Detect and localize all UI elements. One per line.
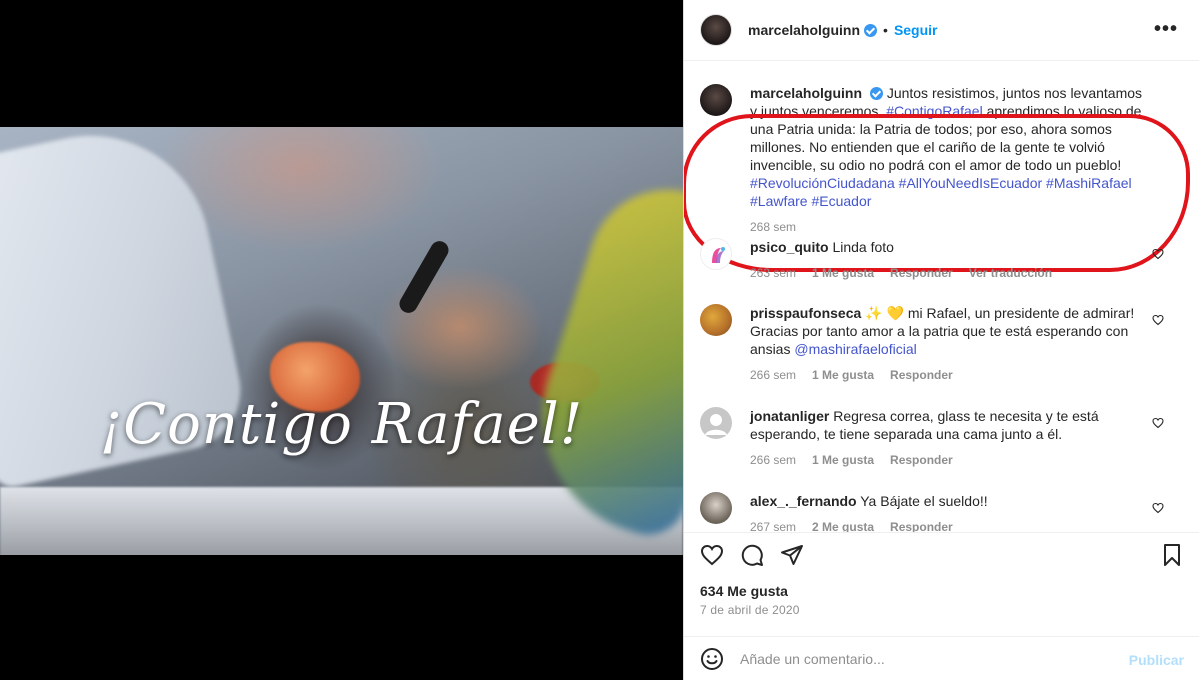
comment-username[interactable]: psico_quito (750, 239, 829, 255)
instagram-post-window: ¡Contigo Rafael! marcelaholguinn • Segui… (0, 0, 1199, 680)
like-comment-heart-icon[interactable] (1152, 417, 1164, 429)
comment-composer: Publicar (684, 636, 1199, 680)
reply-button[interactable]: Responder (890, 451, 953, 469)
comment-body: alex_._fernando Ya Bájate el sueldo!! 26… (750, 492, 1146, 532)
photo-overlay-text: ¡Contigo Rafael! (99, 392, 584, 457)
post-photo[interactable]: ¡Contigo Rafael! (0, 127, 683, 555)
comment-time[interactable]: 263 sem (750, 264, 796, 282)
hashtag-link[interactable]: #Lawfare (750, 193, 808, 209)
microphone (396, 237, 452, 317)
hashtag-link[interactable]: #RevoluciónCiudadana (750, 175, 895, 191)
comment-username[interactable]: jonatanliger (750, 408, 829, 424)
hashtag-link[interactable]: #Ecuador (811, 193, 871, 209)
post-media[interactable]: ¡Contigo Rafael! (0, 0, 683, 680)
comment-meta: 263 sem 1 Me gusta Responder Ver traducc… (750, 264, 1146, 282)
like-comment-heart-icon[interactable] (1152, 502, 1164, 514)
avatar[interactable] (700, 14, 732, 46)
comment-bubble-icon[interactable] (740, 543, 764, 567)
like-comment-heart-icon[interactable] (1152, 314, 1164, 326)
comment-text: Linda foto (832, 239, 894, 255)
default-user-icon (705, 414, 727, 435)
share-send-icon[interactable] (780, 543, 804, 567)
save-bookmark-icon[interactable] (1160, 543, 1184, 567)
comment-input[interactable] (740, 650, 1100, 667)
comment-avatar[interactable] (700, 492, 732, 524)
verified-badge-icon (869, 87, 883, 100)
follow-button[interactable]: Seguir (894, 22, 938, 38)
post-header: marcelaholguinn • Seguir ••• (684, 0, 1199, 61)
comment-meta: 266 sem 1 Me gusta Responder (750, 366, 1146, 384)
comment-time[interactable]: 266 sem (750, 366, 796, 384)
more-options-icon[interactable]: ••• (1154, 18, 1178, 41)
separator-dot: • (883, 22, 888, 38)
comment-likes[interactable]: 2 Me gusta (812, 518, 874, 532)
comment-avatar[interactable] (700, 304, 732, 336)
caption-username[interactable]: marcelaholguinn (750, 85, 862, 101)
comment-username[interactable]: alex_._fernando (750, 493, 857, 509)
reply-button[interactable]: Responder (890, 518, 953, 532)
like-heart-icon[interactable] (700, 543, 724, 567)
reply-button[interactable]: Responder (890, 264, 953, 282)
reply-button[interactable]: Responder (890, 366, 953, 384)
comment-avatar[interactable] (700, 407, 732, 439)
comment-likes[interactable]: 1 Me gusta (812, 264, 874, 282)
publish-button[interactable]: Publicar (1129, 652, 1184, 668)
caption-meta: 268 sem (750, 218, 1146, 236)
hashtag-link[interactable]: #ContigoRafael (886, 103, 983, 119)
post-side-panel: marcelaholguinn • Seguir ••• marcelaholg… (683, 0, 1199, 680)
action-bar (684, 532, 1199, 576)
comment-emoji: ✨ 💛 (865, 305, 904, 321)
translate-button[interactable]: Ver traducción (969, 264, 1052, 282)
header-username[interactable]: marcelaholguinn (748, 22, 860, 38)
like-comment-heart-icon[interactable] (1152, 248, 1164, 260)
hashtag-link[interactable]: #MashiRafael (1046, 175, 1132, 191)
comment-meta: 266 sem 1 Me gusta Responder (750, 451, 1146, 469)
likes-count[interactable]: 634 Me gusta (700, 583, 788, 599)
post-date: 7 de abril de 2020 (700, 603, 800, 617)
comment-likes[interactable]: 1 Me gusta (812, 451, 874, 469)
comment-username[interactable]: prisspaufonseca (750, 305, 861, 321)
comment-meta: 267 sem 2 Me gusta Responder (750, 518, 1146, 532)
comment-time[interactable]: 267 sem (750, 518, 796, 532)
caption-avatar[interactable] (700, 84, 732, 116)
comments-list[interactable]: marcelaholguinn Juntos resistimos, junto… (684, 62, 1199, 532)
comment-text: Ya Bájate el sueldo!! (860, 493, 988, 509)
comment-likes[interactable]: 1 Me gusta (812, 366, 874, 384)
emoji-smiley-icon[interactable] (700, 647, 724, 671)
caption-body: marcelaholguinn Juntos resistimos, junto… (750, 84, 1146, 236)
comment-body: prisspaufonseca ✨ 💛 mi Rafael, un presid… (750, 304, 1146, 384)
mention-link[interactable]: @mashirafaeloficial (794, 341, 916, 357)
psico-logo-icon (712, 247, 725, 263)
verified-badge-icon (864, 23, 878, 37)
comment-avatar[interactable] (700, 238, 732, 270)
comment-body: psico_quito Linda foto 263 sem 1 Me gust… (750, 238, 1146, 282)
caption-time[interactable]: 268 sem (750, 218, 796, 236)
comment-time[interactable]: 266 sem (750, 451, 796, 469)
hashtag-link[interactable]: #AllYouNeedIsEcuador (899, 175, 1042, 191)
comment-body: jonatanliger Regresa correa, glass te ne… (750, 407, 1146, 469)
